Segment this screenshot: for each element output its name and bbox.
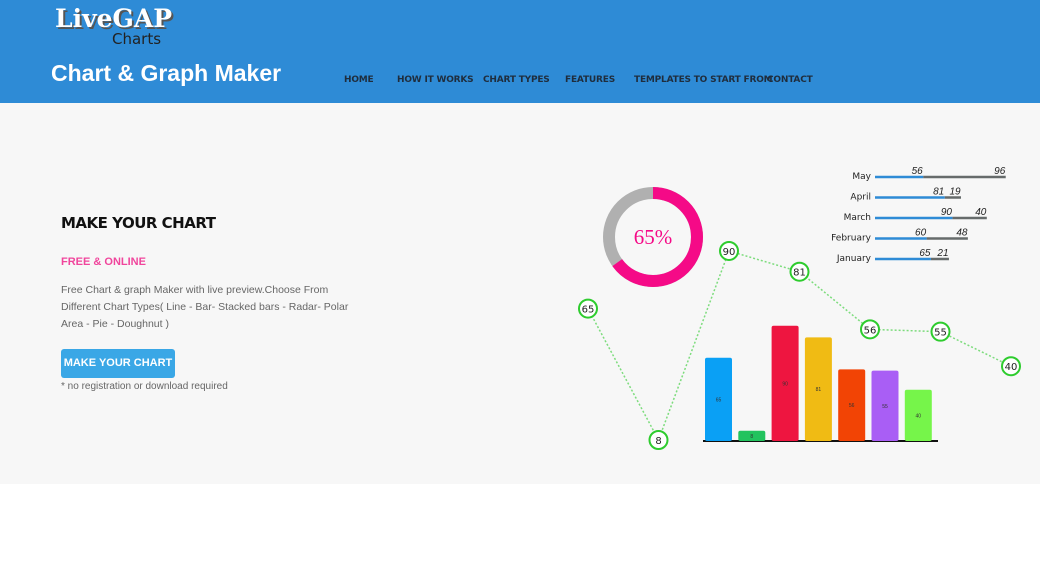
line-point-label: 81 bbox=[793, 268, 806, 279]
bar-label: 90 bbox=[782, 381, 788, 387]
stacked-value-b: 96 bbox=[994, 166, 1006, 177]
bar-label: 81 bbox=[816, 387, 822, 393]
stacked-row-label: May bbox=[852, 172, 871, 182]
stacked-value-a: 65 bbox=[919, 248, 931, 259]
stacked-value-a: 90 bbox=[941, 207, 953, 218]
bar-label: 55 bbox=[882, 404, 888, 410]
line-point-label: 56 bbox=[864, 325, 877, 336]
line-point-label: 8 bbox=[655, 436, 661, 447]
stacked-row-label: January bbox=[836, 254, 872, 264]
line-point-label: 40 bbox=[1005, 362, 1018, 373]
stacked-value-b: 40 bbox=[975, 207, 987, 218]
line-point-label: 55 bbox=[934, 328, 947, 339]
bar-label: 8 bbox=[750, 434, 753, 440]
stacked-value-a: 60 bbox=[915, 228, 927, 239]
stacked-value-a: 81 bbox=[933, 187, 944, 198]
doughnut-label: 65% bbox=[634, 225, 673, 249]
line-point-label: 90 bbox=[723, 247, 736, 258]
stacked-row-label: February bbox=[831, 234, 872, 244]
chart-illustration: 65% 65 8 90 81 56 55 40 65 8 90 81 56 55 40 May 56 96 Apri… bbox=[578, 166, 1021, 450]
bar-label: 65 bbox=[716, 397, 722, 403]
bar-label: 40 bbox=[916, 413, 922, 419]
stacked-row-label: March bbox=[844, 213, 871, 223]
stacked-value-b: 21 bbox=[936, 248, 948, 259]
stacked-row-label: April bbox=[850, 193, 871, 203]
line-point-label: 65 bbox=[582, 305, 595, 316]
stacked-value-b: 48 bbox=[956, 228, 968, 239]
stacked-value-a: 56 bbox=[912, 166, 924, 177]
bar-label: 56 bbox=[849, 403, 855, 409]
stacked-value-b: 19 bbox=[949, 187, 961, 198]
